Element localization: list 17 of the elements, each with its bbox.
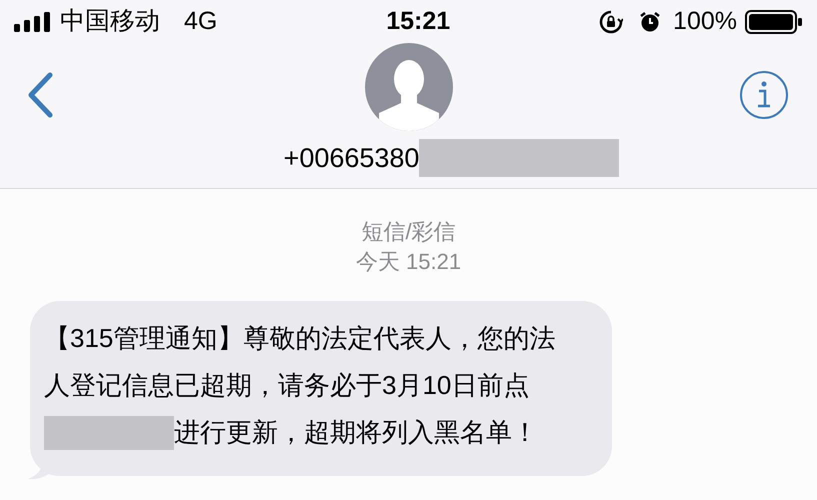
- network-type: 4G: [184, 6, 218, 38]
- status-time: 15:21: [386, 6, 450, 38]
- rotation-lock-icon: [599, 10, 624, 34]
- info-icon[interactable]: [739, 70, 789, 120]
- message-text: 【315管理通知】尊敬的法定代表人，您的法: [44, 322, 556, 355]
- message-type-label: 短信/彩信: [361, 218, 456, 246]
- back-chevron-icon[interactable]: [26, 72, 54, 118]
- alarm-icon: [639, 11, 662, 33]
- message-text: 进行更新，超期将列入黑名单！: [174, 416, 538, 449]
- carrier-name: 中国移动: [60, 6, 160, 38]
- message-timestamp: 今天 15:21: [356, 248, 462, 276]
- message-text: 人登记信息已超期，请务必于3月10日前点: [44, 369, 530, 402]
- battery-percent: 100%: [673, 6, 737, 38]
- battery-icon: [745, 10, 803, 34]
- phone-number: +00665380: [284, 144, 420, 172]
- signal-icon: [14, 12, 52, 32]
- avatar-icon: [364, 43, 452, 131]
